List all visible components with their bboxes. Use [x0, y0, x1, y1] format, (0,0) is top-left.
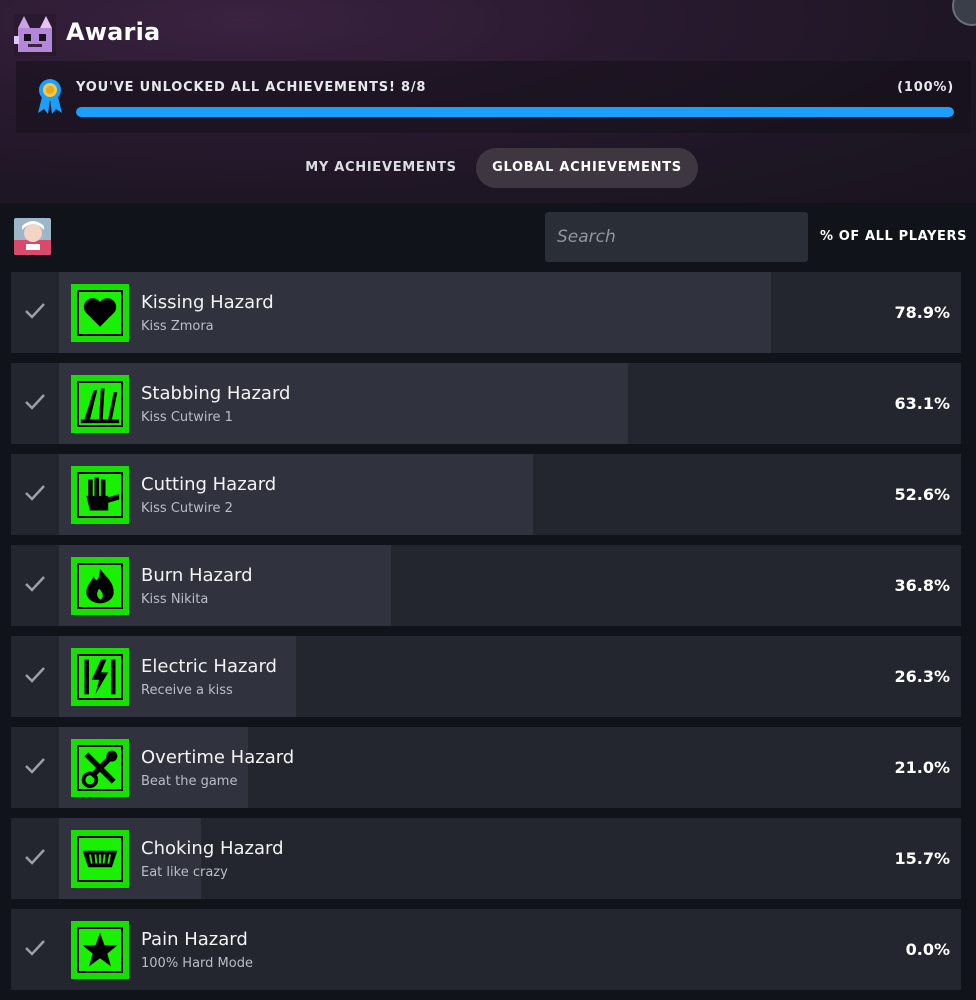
unlock-percent: (100%): [897, 80, 954, 95]
achievement-description: Kiss Cutwire 1: [141, 410, 233, 425]
tab-global-achievements[interactable]: GLOBAL ACHIEVEMENTS: [476, 148, 698, 188]
achievement-title: Overtime Hazard: [141, 747, 295, 768]
achievement-percent: 52.6%: [894, 485, 950, 504]
achievement-row[interactable]: Pain Hazard 100% Hard Mode 0.0%: [11, 909, 961, 990]
achievement-percent: 78.9%: [894, 303, 950, 322]
game-title: Awaria: [66, 18, 161, 46]
achievement-list: Kissing Hazard Kiss Zmora 78.9% Stabbing…: [11, 272, 961, 1000]
checkmark-icon: [25, 394, 45, 410]
unlocked-indicator: [11, 454, 59, 535]
achievement-row[interactable]: Kissing Hazard Kiss Zmora 78.9%: [11, 272, 961, 353]
unlock-progress-fill: [76, 107, 954, 117]
achievement-title: Stabbing Hazard: [141, 383, 291, 404]
heart-icon: [71, 284, 129, 342]
knife-icon: [71, 375, 129, 433]
percent-column-header: % OF ALL PLAYERS: [820, 229, 968, 244]
achievement-title: Kissing Hazard: [141, 292, 274, 313]
achievement-description: Kiss Zmora: [141, 319, 214, 334]
achievement-description: Beat the game: [141, 774, 238, 789]
achievement-percent: 21.0%: [894, 758, 950, 777]
unlocked-indicator: [11, 818, 59, 899]
unlock-message: YOU'VE UNLOCKED ALL ACHIEVEMENTS! 8/8: [76, 80, 427, 95]
achievement-row[interactable]: Cutting Hazard Kiss Cutwire 2 52.6%: [11, 454, 961, 535]
tab-my-achievements[interactable]: MY ACHIEVEMENTS: [290, 148, 472, 188]
unlocked-indicator: [11, 909, 59, 990]
unlocked-indicator: [11, 727, 59, 808]
achievement-description: Kiss Cutwire 2: [141, 501, 233, 516]
unlocked-indicator: [11, 545, 59, 626]
achievement-row[interactable]: Overtime Hazard Beat the game 21.0%: [11, 727, 961, 808]
unlocked-indicator: [11, 272, 59, 353]
achievement-title: Choking Hazard: [141, 838, 284, 859]
checkmark-icon: [25, 667, 45, 683]
achievement-row[interactable]: Stabbing Hazard Kiss Cutwire 1 63.1%: [11, 363, 961, 444]
achievement-row[interactable]: Electric Hazard Receive a kiss 26.3%: [11, 636, 961, 717]
achievement-percent: 26.3%: [894, 667, 950, 686]
achievement-description: Kiss Nikita: [141, 592, 209, 607]
achievement-title: Burn Hazard: [141, 565, 253, 586]
unlock-summary-panel: YOU'VE UNLOCKED ALL ACHIEVEMENTS! 8/8 (1…: [16, 61, 971, 133]
unlocked-indicator: [11, 363, 59, 444]
achievement-description: Eat like crazy: [141, 865, 228, 880]
achievement-percent-bar: [59, 454, 533, 535]
search-input[interactable]: [545, 212, 808, 262]
achievement-percent: 63.1%: [894, 394, 950, 413]
checkmark-icon: [25, 758, 45, 774]
hand-cut-icon: [71, 466, 129, 524]
unlocked-indicator: [11, 636, 59, 717]
achievement-description: 100% Hard Mode: [141, 956, 253, 971]
checkmark-icon: [25, 303, 45, 319]
unlock-progress-bar: [76, 107, 954, 117]
medal-icon: [38, 79, 62, 114]
star-icon: [71, 921, 129, 979]
achievement-percent: 15.7%: [894, 849, 950, 868]
achievement-row[interactable]: Burn Hazard Kiss Nikita 36.8%: [11, 545, 961, 626]
mouth-icon: [71, 830, 129, 888]
game-icon: [14, 14, 56, 56]
game-header: Awaria YOU'VE UNLOCKED ALL ACHIEVEMENTS!…: [0, 0, 976, 203]
corner-button[interactable]: [952, 0, 976, 26]
achievement-title: Pain Hazard: [141, 929, 248, 950]
checkmark-icon: [25, 485, 45, 501]
lightning-icon: [71, 648, 129, 706]
achievement-description: Receive a kiss: [141, 683, 233, 698]
flame-icon: [71, 557, 129, 615]
checkmark-icon: [25, 849, 45, 865]
achievement-percent: 0.0%: [905, 940, 950, 959]
achievement-row[interactable]: Choking Hazard Eat like crazy 15.7%: [11, 818, 961, 899]
achievement-percent: 36.8%: [894, 576, 950, 595]
achievement-title: Electric Hazard: [141, 656, 277, 677]
checkmark-icon: [25, 940, 45, 956]
checkmark-icon: [25, 576, 45, 592]
achievement-title: Cutting Hazard: [141, 474, 277, 495]
avatar[interactable]: [14, 218, 51, 255]
tools-icon: [71, 739, 129, 797]
